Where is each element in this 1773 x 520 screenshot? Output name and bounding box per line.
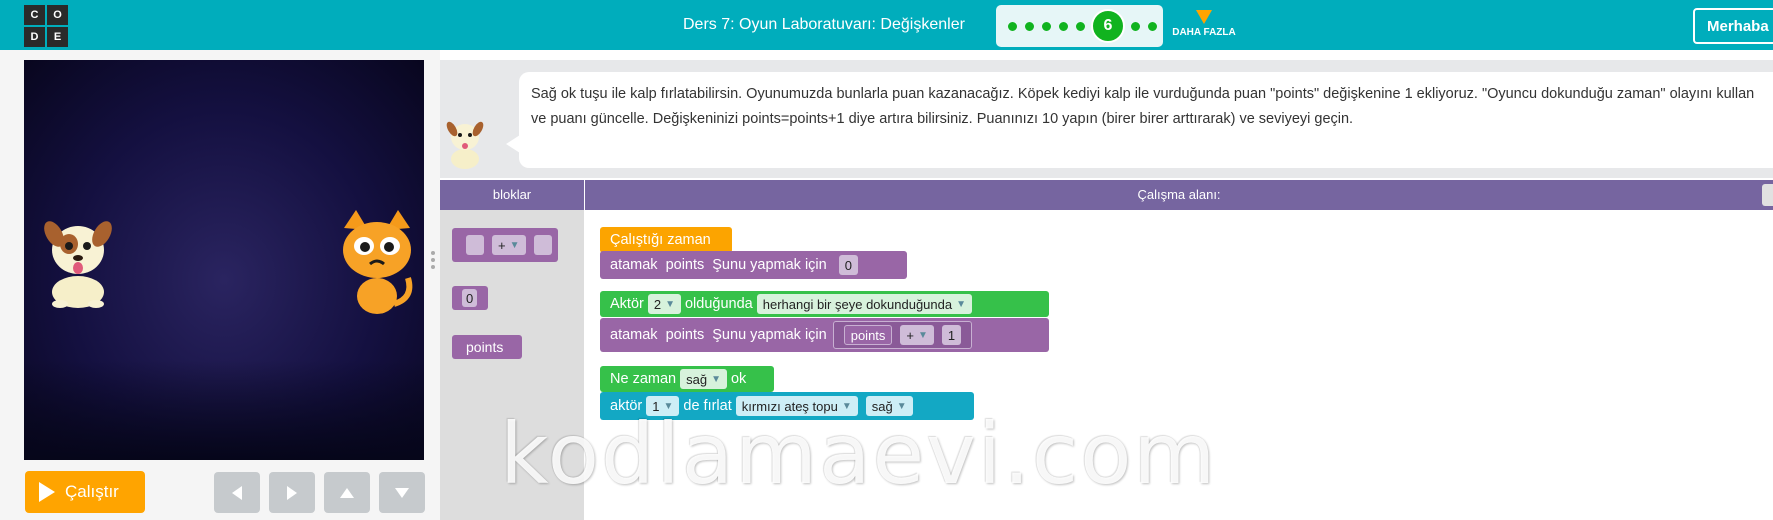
current-level-dot[interactable]: 6 xyxy=(1091,9,1125,43)
expr-op-dropdown[interactable]: + ▼ xyxy=(900,325,934,345)
up-arrow-icon xyxy=(340,487,354,498)
forest-silhouette xyxy=(24,360,424,460)
logo-letter-e: E xyxy=(47,27,68,47)
condition-value: herhangi bir şeye dokunduğunda xyxy=(762,296,953,312)
logo-letter-d: D xyxy=(24,27,45,47)
event-suffix: ok xyxy=(730,371,747,387)
math-right-slot xyxy=(533,235,552,255)
key-dropdown[interactable]: sağ ▼ xyxy=(680,369,727,389)
game-stage[interactable] xyxy=(24,60,424,460)
math-left-slot xyxy=(466,235,484,255)
logo-letter-o: O xyxy=(47,5,68,25)
speech-bubble-tail xyxy=(506,135,520,153)
assign-block-1[interactable]: atamak points Şunu yapmak için 0 xyxy=(600,251,907,279)
toolbox-header: bloklar xyxy=(440,180,584,210)
actor-value: 2 xyxy=(653,296,662,312)
expr-var[interactable]: points xyxy=(843,325,893,345)
instructions-bubble: Sağ ok tuşu ile kalp fırlatabilirsin. Oy… xyxy=(519,72,1773,168)
dog-avatar xyxy=(446,121,484,169)
dog-sprite xyxy=(44,221,112,308)
number-value[interactable]: 0 xyxy=(462,289,478,307)
dropdown-caret-icon: ▼ xyxy=(509,239,520,251)
toolbox-variable-block[interactable]: points xyxy=(452,335,522,359)
event-key-press-block[interactable]: Ne zaman sağ ▼ ok xyxy=(600,366,774,392)
expr-num-input[interactable]: 1 xyxy=(941,325,962,345)
cat-sprite xyxy=(343,210,413,314)
run-label: Çalıştır xyxy=(65,482,119,501)
assign-var: points xyxy=(665,327,705,343)
toolbox-number-block[interactable]: 0 xyxy=(452,286,488,310)
dropdown-caret-icon: ▼ xyxy=(711,373,721,385)
run-button[interactable]: Çalıştır xyxy=(25,471,145,513)
event-when-run-block[interactable]: Çalıştığı zaman xyxy=(600,227,732,253)
workspace-options-button[interactable] xyxy=(1762,184,1773,206)
level-progress: 6 xyxy=(996,5,1163,47)
level-dot[interactable] xyxy=(1006,19,1019,33)
math-op-label: + xyxy=(498,237,506,253)
down-arrow-icon xyxy=(395,487,409,498)
assign-block-2[interactable]: atamak points Şunu yapmak için points + ▼… xyxy=(600,318,1049,352)
event-prefix: Aktör xyxy=(610,296,644,312)
triangle-down-icon xyxy=(1196,10,1212,24)
top-header: C O D E Ders 7: Oyun Laboratuvarı: Değiş… xyxy=(0,0,1773,50)
level-dot[interactable] xyxy=(1129,19,1142,33)
assign-var: points xyxy=(665,257,705,273)
user-menu-button[interactable]: Merhaba xyxy=(1693,8,1773,44)
code-logo[interactable]: C O D E xyxy=(24,5,68,47)
workspace-header: Çalışma alanı: xyxy=(585,180,1773,210)
condition-dropdown[interactable]: herhangi bir şeye dokunduğunda ▼ xyxy=(756,294,973,314)
math-op-dropdown[interactable]: + ▼ xyxy=(492,235,526,255)
assign-value-input[interactable]: 0 xyxy=(838,255,858,275)
up-arrow-button[interactable] xyxy=(324,472,370,513)
level-dot[interactable] xyxy=(1023,19,1036,33)
watermark: kodlamaevi.com xyxy=(500,405,1218,503)
event-prefix: Ne zaman xyxy=(610,371,677,387)
right-arrow-icon xyxy=(287,485,297,500)
assign-do-label: Şunu yapmak için xyxy=(712,327,827,343)
assign-label: atamak xyxy=(610,327,658,343)
dropdown-caret-icon: ▼ xyxy=(956,298,967,310)
panel-resize-handle[interactable] xyxy=(430,251,436,271)
level-dot[interactable] xyxy=(1040,19,1053,33)
more-label: DAHA FAZLA xyxy=(1172,27,1236,38)
expr-op: + xyxy=(906,327,915,343)
left-arrow-icon xyxy=(232,485,242,500)
logo-letter-c: C xyxy=(24,5,45,25)
right-arrow-button[interactable] xyxy=(269,472,315,513)
lesson-title: Ders 7: Oyun Laboratuvarı: Değişkenler xyxy=(683,16,965,33)
down-arrow-button[interactable] xyxy=(379,472,425,513)
more-levels-toggle[interactable]: DAHA FAZLA xyxy=(1169,10,1239,38)
play-icon xyxy=(39,482,55,502)
actor-dropdown[interactable]: 2 ▼ xyxy=(647,294,681,314)
key-value: sağ xyxy=(686,371,708,387)
left-arrow-button[interactable] xyxy=(214,472,260,513)
event-actor-touch-block[interactable]: Aktör 2 ▼ olduğunda herhangi bir şeye dok… xyxy=(600,291,1049,317)
math-expression-block[interactable]: points + ▼ 1 xyxy=(832,321,973,349)
level-dot[interactable] xyxy=(1057,19,1070,33)
dropdown-caret-icon: ▼ xyxy=(918,329,928,341)
event-mid: olduğunda xyxy=(684,296,753,312)
assign-label: atamak xyxy=(610,257,658,273)
dropdown-caret-icon: ▼ xyxy=(665,298,675,310)
level-dot[interactable] xyxy=(1074,19,1087,33)
toolbox-math-block[interactable]: + ▼ xyxy=(452,228,558,262)
assign-do-label: Şunu yapmak için xyxy=(712,257,827,273)
level-dot[interactable] xyxy=(1146,19,1159,33)
